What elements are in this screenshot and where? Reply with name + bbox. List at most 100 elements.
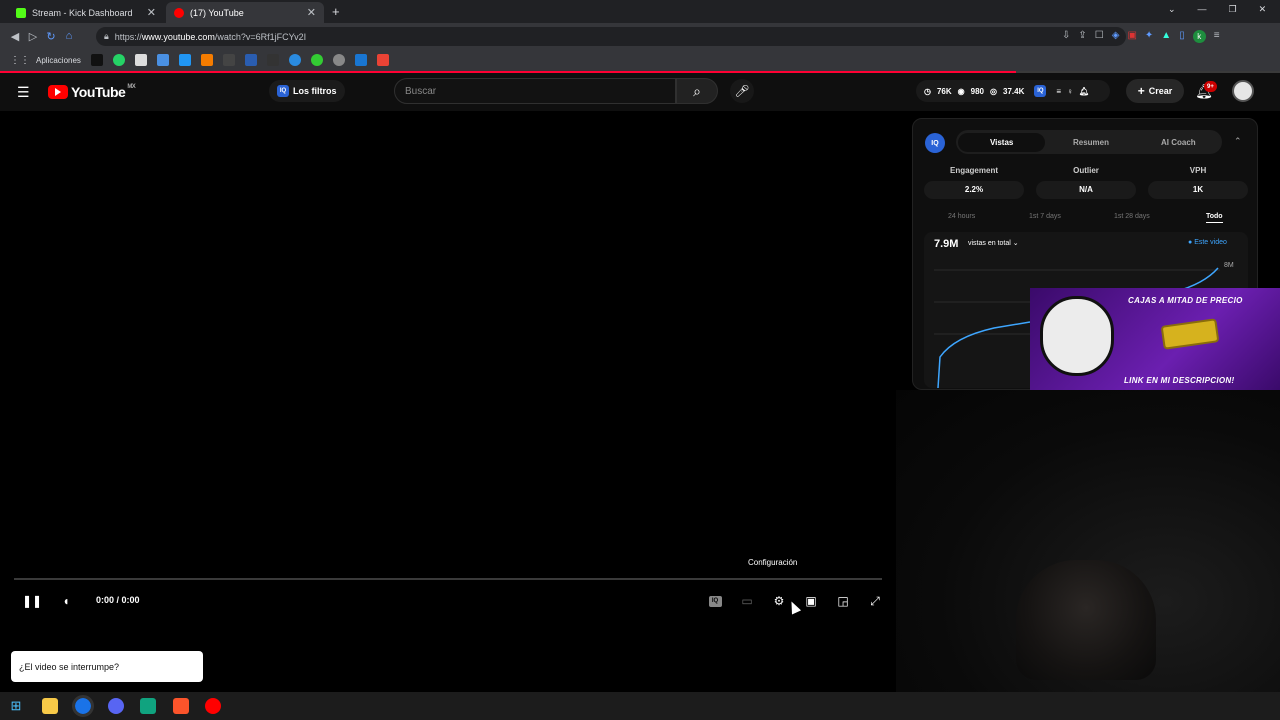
- bookmark-icon[interactable]: [332, 54, 345, 66]
- forward-icon[interactable]: ▷: [24, 27, 42, 45]
- file-explorer-icon[interactable]: [42, 698, 58, 714]
- metric-label: Engagement: [949, 166, 998, 175]
- total-views: 7.9M: [934, 238, 959, 250]
- dropdown-icon[interactable]: ⌄: [1168, 4, 1176, 15]
- search-icon: ⌕: [693, 82, 701, 99]
- iq-icon: IQ: [277, 85, 289, 97]
- iq-icon[interactable]: IQ: [1034, 85, 1047, 97]
- views-dropdown[interactable]: vistas en total ⌄: [968, 239, 1019, 247]
- extension-icon[interactable]: ◈: [1112, 30, 1120, 43]
- bookmark-icon[interactable]: [134, 54, 147, 66]
- bookmark-icon[interactable]: [310, 54, 323, 66]
- address-bar[interactable]: 🔒︎ https://www.youtube.com/watch?v=6Rf1j…: [96, 27, 1126, 46]
- profile-icon[interactable]: k: [1192, 30, 1206, 43]
- kick-icon: [16, 7, 26, 18]
- channel-stats[interactable]: ◷ 76K ◉ 980 ◎ 37.4K IQ ≡ ♀ 🔔︎: [916, 80, 1110, 102]
- iq-icon: IQ: [708, 595, 722, 607]
- home-icon[interactable]: ⌂: [60, 27, 78, 45]
- time-display: 0:00 / 0:00: [96, 595, 140, 605]
- install-icon[interactable]: ⇩: [1062, 30, 1070, 43]
- search-input[interactable]: Buscar: [394, 78, 676, 104]
- bookmark-icon[interactable]: [266, 54, 279, 66]
- bookmark-icon[interactable]: ☐: [1095, 30, 1104, 43]
- close-tab-icon[interactable]: ✕: [147, 6, 156, 19]
- voice-search-button[interactable]: 🎤︎: [730, 79, 754, 103]
- whatsapp-icon[interactable]: [112, 54, 125, 66]
- menu-icon[interactable]: ≡: [1214, 30, 1220, 43]
- create-button[interactable]: + Crear: [1126, 79, 1184, 103]
- extension-icon[interactable]: ▣: [1127, 30, 1136, 43]
- tab-kick-dashboard[interactable]: Stream - Kick Dashboard ✕: [8, 2, 164, 23]
- bookmark-icon[interactable]: [200, 54, 213, 66]
- windows-start-icon[interactable]: ⊞: [8, 698, 24, 714]
- cast-icon: ◲: [837, 594, 849, 608]
- bookmark-apps[interactable]: Aplicaciones: [36, 56, 81, 65]
- bookmarks-bar: ⋮⋮ Aplicaciones: [0, 49, 1280, 71]
- reload-icon[interactable]: ↻: [42, 27, 60, 45]
- search-placeholder: Buscar: [405, 85, 437, 97]
- stat-views: 76K: [936, 86, 952, 96]
- close-tab-icon[interactable]: ✕: [307, 6, 316, 19]
- youtube-logo[interactable]: YouTube MX: [48, 84, 136, 100]
- new-tab-button[interactable]: +: [332, 4, 340, 19]
- bookmark-icon[interactable]: [156, 54, 169, 66]
- restore-icon[interactable]: ❐: [1229, 4, 1237, 15]
- collapse-icon[interactable]: ⌃: [1234, 136, 1242, 147]
- apps-icon[interactable]: ⋮⋮: [10, 55, 30, 66]
- progress-bar[interactable]: [14, 578, 882, 580]
- avatar[interactable]: [1232, 80, 1254, 102]
- fullscreen-button[interactable]: ⤢: [865, 591, 885, 611]
- filters-button[interactable]: IQ Los filtros: [269, 80, 345, 102]
- chrome-icon[interactable]: [72, 695, 94, 717]
- discord-icon[interactable]: [108, 698, 124, 714]
- minimize-icon[interactable]: —: [1198, 4, 1207, 15]
- tab-youtube[interactable]: (17) YouTube ✕: [166, 2, 324, 23]
- playback-issue-prompt[interactable]: ¿El video se interrumpe?: [11, 651, 203, 682]
- back-icon[interactable]: ◀: [6, 27, 24, 45]
- gmail-icon[interactable]: [376, 54, 389, 66]
- brave-icon[interactable]: [173, 698, 189, 714]
- lab-icon[interactable]: ▲: [1161, 30, 1171, 43]
- tab-vistas[interactable]: Vistas: [958, 132, 1046, 152]
- chatgpt-icon[interactable]: [140, 698, 156, 714]
- chevron-down-icon: ⌄: [1012, 240, 1019, 247]
- mic-icon: 🎤︎: [734, 84, 750, 98]
- search-button[interactable]: ⌕: [676, 78, 718, 104]
- bookmark-icon[interactable]: [244, 54, 257, 66]
- menu-icon[interactable]: ☰: [17, 84, 30, 101]
- puzzle-icon[interactable]: ✦: [1145, 30, 1153, 43]
- tab-ai-coach[interactable]: AI Coach: [1135, 138, 1222, 147]
- tab-resumen[interactable]: Resumen: [1047, 138, 1134, 147]
- range-all[interactable]: Todo: [1206, 213, 1223, 223]
- range-24h[interactable]: 24 hours: [948, 213, 975, 220]
- subtitles-button[interactable]: ▭: [737, 591, 757, 611]
- metric-label: VPH: [1189, 166, 1207, 175]
- bookmark-icon[interactable]: [178, 54, 191, 66]
- theater-button[interactable]: ▣: [801, 591, 821, 611]
- video-player[interactable]: [0, 111, 896, 631]
- bookmark-icon[interactable]: [222, 54, 235, 66]
- sidepanel-icon[interactable]: ▯: [1179, 30, 1185, 43]
- bell-small-icon[interactable]: 🔔︎: [1079, 87, 1089, 96]
- bookmark-icon[interactable]: [354, 54, 367, 66]
- volume-button[interactable]: ◖: [56, 591, 76, 611]
- metric-value: N/A: [1036, 181, 1136, 199]
- list-icon[interactable]: ≡: [1056, 87, 1061, 96]
- iq-player-button[interactable]: IQ: [705, 591, 725, 611]
- bulb-icon[interactable]: ♀: [1067, 87, 1073, 96]
- close-window-icon[interactable]: ✕: [1259, 4, 1267, 15]
- share-icon[interactable]: ⇪: [1078, 30, 1086, 43]
- url-domain: www.youtube.com: [141, 31, 215, 42]
- range-7d[interactable]: 1st 7 days: [1029, 213, 1061, 220]
- youtube-icon: [174, 7, 184, 18]
- ad-headline: CAJAS A MITAD DE PRECIO: [1128, 296, 1243, 305]
- range-28d[interactable]: 1st 28 days: [1114, 213, 1150, 220]
- windows-taskbar: [0, 692, 1280, 720]
- subtitles-icon: ▭: [741, 594, 753, 608]
- bookmark-icon[interactable]: [90, 54, 103, 66]
- cast-button[interactable]: ◲: [833, 591, 853, 611]
- youtube-app-icon[interactable]: [205, 698, 221, 714]
- pause-button[interactable]: ❚❚: [22, 591, 42, 611]
- settings-button[interactable]: ⚙: [769, 591, 789, 611]
- bookmark-icon[interactable]: [288, 54, 301, 66]
